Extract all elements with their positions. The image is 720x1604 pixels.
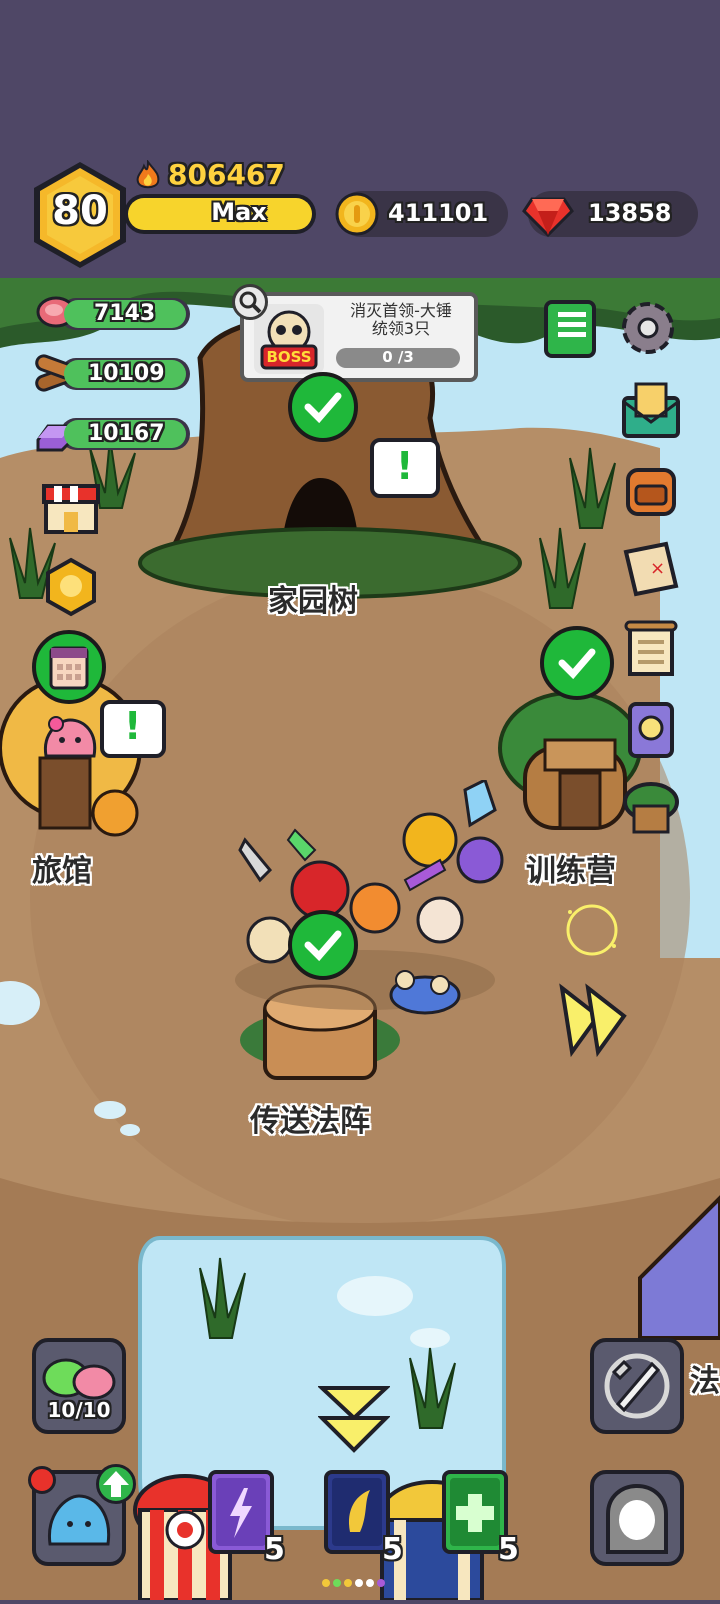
- ruby-gem-icon: [522, 189, 574, 239]
- power-value: 806467: [168, 158, 285, 191]
- pink-slime-npc[interactable]: [40, 712, 100, 762]
- check-icon: [304, 392, 342, 424]
- teleport-complete-check[interactable]: [288, 910, 358, 980]
- hero-group-icon: [235, 777, 504, 1015]
- gold-coin-icon: [334, 189, 380, 239]
- magnifier-icon[interactable]: [232, 284, 268, 320]
- quest-progress-bar: 0 /3: [336, 348, 460, 368]
- boss-tag: BOSS: [266, 348, 312, 366]
- crystal-resource[interactable]: 10167: [36, 418, 190, 452]
- exclamation-icon: !: [396, 444, 414, 488]
- player-level-badge[interactable]: 80: [30, 160, 130, 270]
- guidebook-button[interactable]: [542, 298, 604, 360]
- backpack-icon: [626, 468, 676, 516]
- partial-building-label: 法: [690, 1364, 720, 1399]
- quest-progress: 0 /3: [382, 348, 414, 366]
- shop-button[interactable]: [40, 476, 102, 538]
- heal-book-count: 5: [498, 1532, 519, 1567]
- check-icon: [304, 930, 342, 962]
- map-scroll-icon: ×: [623, 541, 679, 597]
- hero-squad[interactable]: [200, 777, 530, 1020]
- crossed-swords-icon: [604, 1353, 670, 1419]
- scroll-icon: [624, 620, 678, 676]
- shop-stall-icon: [42, 484, 100, 534]
- hut-icon: [623, 782, 679, 834]
- exp-label: Max: [211, 198, 267, 226]
- player-level: 80: [52, 188, 108, 234]
- meat-resource[interactable]: 7143: [36, 296, 190, 330]
- calendar-icon: [49, 646, 89, 690]
- target-ring-icon: [562, 900, 622, 960]
- gear-icon: [622, 302, 674, 354]
- exp-bar: Max: [124, 194, 316, 234]
- envelope-icon: [622, 382, 680, 438]
- teleport-label: 传送法阵: [250, 1104, 370, 1139]
- gem-counter[interactable]: 13858: [522, 191, 698, 238]
- quest-text-line1: 消灭首领-大锤: [350, 301, 452, 320]
- green-circle: [32, 630, 106, 704]
- mail-button[interactable]: [620, 380, 682, 442]
- notice-board-button[interactable]: [620, 618, 682, 680]
- svg-text:×: ×: [650, 558, 665, 579]
- meat-value: 7143: [94, 301, 156, 326]
- wood-value: 10109: [88, 361, 165, 386]
- calendar-button[interactable]: [32, 630, 106, 704]
- boss-quest-panel[interactable]: BOSS 消灭首领-大锤 统领3只 0 /3: [232, 284, 478, 382]
- scroll-down-button[interactable]: [316, 1384, 392, 1456]
- slime-count: 10/10: [47, 1398, 111, 1422]
- flame-icon: [134, 159, 164, 190]
- slime-count-button[interactable]: 10/10: [32, 1338, 126, 1434]
- stone-portal-icon: [606, 1483, 668, 1554]
- quest-text-line2: 统领3只: [371, 319, 431, 338]
- exclamation-icon: !: [124, 704, 142, 748]
- gold-medal-icon: [46, 557, 96, 617]
- house-button[interactable]: [620, 778, 682, 840]
- achievement-badge-button[interactable]: [40, 556, 102, 618]
- inn-alert[interactable]: !: [100, 700, 166, 758]
- training-camp-complete-check[interactable]: [540, 626, 614, 700]
- settings-button[interactable]: [616, 296, 678, 358]
- check-icon: [558, 648, 596, 680]
- slimes-icon: [42, 1358, 116, 1400]
- slime-icon: [43, 716, 97, 758]
- crystal-value: 10167: [88, 421, 165, 446]
- fast-forward-button[interactable]: [558, 980, 638, 1060]
- gold-counter[interactable]: 411101: [335, 191, 508, 237]
- boss-card-button[interactable]: [620, 698, 682, 760]
- gem-value: 13858: [588, 199, 672, 227]
- battle-button[interactable]: [590, 1338, 684, 1434]
- wood-resource[interactable]: 10109: [35, 354, 190, 392]
- double-chevron-down-icon: [316, 1386, 392, 1453]
- lightning-book-count: 5: [264, 1532, 285, 1567]
- skull-card-icon: [628, 702, 674, 758]
- treasure-map-button[interactable]: ×: [620, 538, 682, 600]
- green-book-icon: [544, 300, 596, 358]
- backpack-button[interactable]: [620, 458, 682, 520]
- page-indicator: [320, 1574, 390, 1587]
- home-tree-complete-check[interactable]: [288, 372, 358, 442]
- wing-book-count: 5: [382, 1532, 403, 1567]
- double-arrow-icon: [559, 983, 627, 1058]
- inn-label: 旅馆: [32, 854, 92, 889]
- red-notification-dot: [28, 1466, 56, 1494]
- training-camp-label: 训练营: [526, 854, 616, 889]
- portal-button[interactable]: [590, 1470, 684, 1566]
- home-tree-label: 家园树: [268, 584, 358, 619]
- home-tree-alert[interactable]: !: [370, 438, 440, 498]
- gold-value: 411101: [388, 199, 489, 227]
